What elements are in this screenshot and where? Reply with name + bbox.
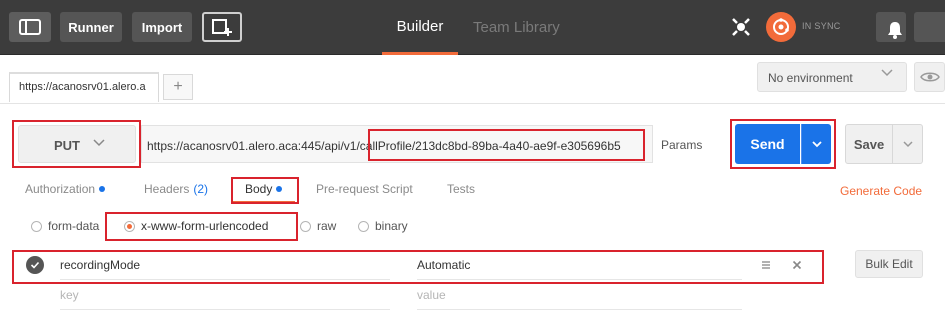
radio-label: raw (317, 219, 337, 233)
chevron-down-icon (93, 139, 105, 147)
radio-x-www-form-urlencoded[interactable]: x-www-form-urlencoded (124, 219, 268, 233)
notifications-button[interactable] (876, 12, 906, 42)
radio-button[interactable] (358, 220, 369, 232)
tab-headers[interactable]: Headers (2) (144, 182, 208, 196)
radio-label: x-www-form-urlencoded (141, 219, 269, 233)
method-select[interactable]: PUT (18, 125, 136, 163)
radio-button[interactable] (124, 220, 135, 232)
params-button[interactable]: Params (661, 138, 702, 152)
new-key-input[interactable]: key (60, 280, 400, 302)
param-key-input[interactable]: recordingMode (60, 250, 400, 272)
generate-code-link[interactable]: Generate Code (840, 184, 922, 198)
tab-tests[interactable]: Tests (447, 182, 475, 196)
bulk-edit-button[interactable]: Bulk Edit (855, 250, 923, 278)
tab-body[interactable]: Body (245, 182, 283, 196)
radio-label: binary (375, 219, 408, 233)
headers-count: (2) (193, 182, 209, 196)
table-row: recordingMode Automatic (18, 250, 818, 280)
runner-button[interactable]: Runner (60, 12, 122, 42)
radio-form-data[interactable]: form-data (31, 219, 99, 233)
table-row: key value (18, 280, 818, 310)
divider (417, 309, 742, 310)
settings-button[interactable] (914, 12, 945, 42)
sync-icon (773, 18, 789, 35)
chevron-down-icon (811, 141, 822, 148)
drag-handle-icon[interactable] (760, 259, 772, 271)
toggle-sidebar-button[interactable] (9, 12, 51, 42)
radio-button[interactable] (31, 220, 42, 232)
divider (60, 309, 390, 310)
sidebar-icon (19, 19, 41, 35)
close-icon[interactable] (791, 259, 803, 271)
tab-pre-request-script[interactable]: Pre-request Script (316, 182, 413, 196)
top-toolbar: Runner Import Builder Team Library IN SY… (0, 0, 945, 55)
request-tab[interactable]: https://acanosrv01.alero.a (9, 72, 159, 102)
satellite-icon (732, 18, 750, 36)
eye-icon (919, 72, 940, 82)
indicator-dot (276, 185, 283, 192)
add-tab-button[interactable]: + (163, 74, 193, 100)
radio-button[interactable] (300, 220, 311, 232)
url-input[interactable]: https://acanosrv01.alero.aca:445/api/v1/… (141, 125, 653, 163)
bell-icon (887, 22, 902, 39)
send-options-button[interactable] (801, 124, 831, 164)
request-tab-strip: https://acanosrv01.alero.a + No environm… (0, 56, 945, 104)
active-tab-underline (233, 201, 295, 203)
sync-status-label: IN SYNC (802, 21, 841, 31)
save-options-button[interactable] (893, 124, 923, 164)
tab-builder[interactable]: Builder (382, 0, 458, 55)
radio-binary[interactable]: binary (358, 219, 408, 233)
tab-authorization-label: Authorization (25, 182, 96, 196)
row-enabled-checkbox[interactable] (26, 256, 44, 274)
sync-status-button[interactable] (766, 12, 796, 42)
indicator-dot (99, 185, 106, 192)
tab-team-library[interactable]: Team Library (473, 0, 560, 55)
radio-label: form-data (48, 219, 100, 233)
interceptor-button[interactable] (729, 15, 753, 39)
param-value-input[interactable]: Automatic (417, 250, 747, 272)
new-window-icon (212, 19, 232, 36)
environment-quick-look-button[interactable] (914, 62, 945, 92)
tab-headers-label: Headers (144, 182, 190, 196)
chevron-down-icon (902, 141, 913, 148)
send-button[interactable]: Send (735, 124, 800, 164)
tab-body-label: Body (245, 182, 273, 196)
divider (0, 103, 945, 104)
save-button[interactable]: Save (845, 124, 893, 164)
new-tab-button[interactable] (202, 12, 242, 42)
chevron-down-icon (881, 69, 893, 77)
checkmark-icon (30, 261, 40, 269)
import-button[interactable]: Import (132, 12, 192, 42)
new-value-input[interactable]: value (417, 280, 747, 302)
radio-raw[interactable]: raw (300, 219, 336, 233)
tab-authorization[interactable]: Authorization (25, 182, 106, 196)
